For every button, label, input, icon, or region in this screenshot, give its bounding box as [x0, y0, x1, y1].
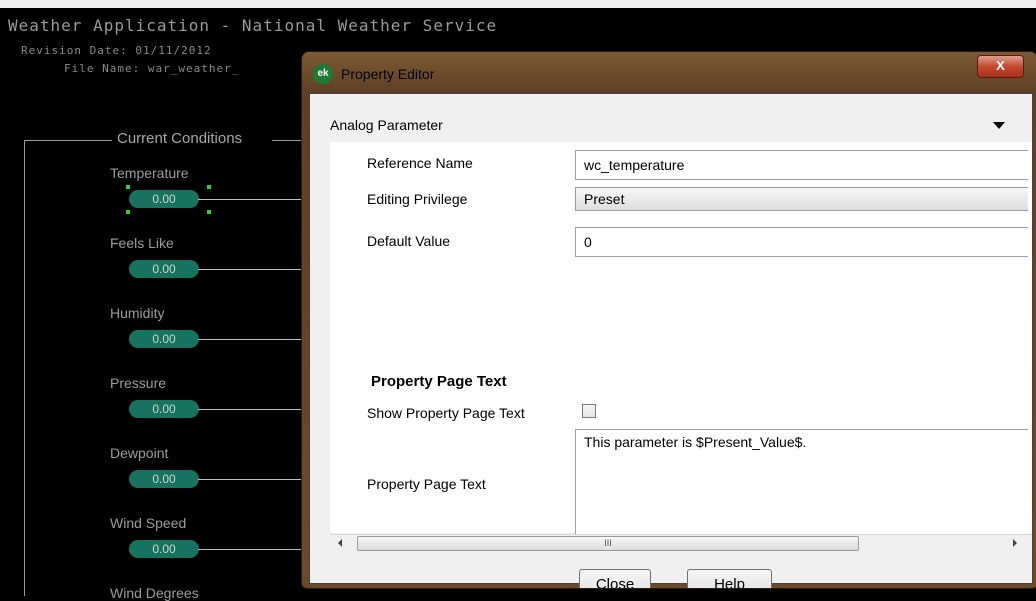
top-edge — [0, 0, 1036, 8]
dialog-title: Property Editor — [341, 66, 435, 82]
revision-date: Revision Date: 01/11/2012 — [21, 44, 212, 57]
selection-handle[interactable] — [126, 210, 130, 214]
group-title: Current Conditions — [117, 130, 243, 147]
chevron-down-icon[interactable] — [993, 122, 1005, 129]
default-value-input[interactable]: 0 — [575, 227, 1028, 257]
group-border-left — [24, 140, 25, 596]
property-editor-dialog: ek Property Editor X Analog Parameter Re… — [301, 51, 1036, 589]
horizontal-scrollbar[interactable]: III — [330, 534, 1032, 552]
property-page-text-area[interactable]: This parameter is $Present_Value$. — [575, 429, 1028, 536]
help-button[interactable]: Help — [687, 569, 772, 588]
scroll-thumb[interactable]: III — [357, 536, 859, 551]
app-title: Weather Application - National Weather S… — [8, 16, 498, 35]
editing-privilege-label: Editing Privilege — [367, 191, 468, 207]
condition-value-feels-like[interactable]: 0.00 — [129, 260, 199, 278]
condition-label-feels-like: Feels Like — [110, 235, 174, 251]
scroll-right-icon[interactable] — [1013, 539, 1017, 547]
condition-value-temperature[interactable]: 0.00 — [129, 190, 199, 208]
show-property-page-text-label: Show Property Page Text — [367, 405, 525, 421]
selection-handle[interactable] — [207, 185, 211, 189]
condition-label-wind-degrees: Wind Degrees — [110, 585, 199, 601]
group-border-top-left — [24, 140, 112, 141]
close-button[interactable]: Close — [579, 569, 651, 588]
ek-app-icon: ek — [313, 64, 333, 84]
condition-label-wind-speed: Wind Speed — [110, 515, 187, 531]
reference-name-input[interactable]: wc_temperature — [575, 150, 1028, 180]
editing-privilege-select[interactable]: Preset — [575, 187, 1028, 211]
condition-value-dewpoint[interactable]: 0.00 — [129, 470, 199, 488]
dialog-client-area: Analog Parameter Reference Name wc_tempe… — [309, 93, 1033, 588]
connector-line — [198, 199, 303, 200]
property-page-text-heading: Property Page Text — [371, 373, 507, 390]
property-page-text-label: Property Page Text — [367, 476, 486, 492]
connector-line — [198, 269, 303, 270]
properties-panel: Reference Name wc_temperature Editing Pr… — [330, 142, 1032, 536]
selection-handle[interactable] — [126, 185, 130, 189]
default-value-label: Default Value — [367, 233, 451, 249]
file-name: File Name: war_weather_ — [64, 62, 240, 75]
close-icon[interactable]: X — [977, 55, 1024, 78]
reference-name-label: Reference Name — [367, 155, 473, 171]
show-property-page-text-checkbox[interactable] — [582, 404, 596, 418]
connector-line — [198, 549, 303, 550]
condition-label-dewpoint: Dewpoint — [110, 445, 169, 461]
condition-value-wind-speed[interactable]: 0.00 — [129, 540, 199, 558]
condition-label-humidity: Humidity — [110, 305, 165, 321]
condition-value-pressure[interactable]: 0.00 — [129, 400, 199, 418]
condition-label-temperature: Temperature — [110, 165, 189, 181]
selection-handle[interactable] — [207, 210, 211, 214]
connector-line — [198, 479, 303, 480]
group-border-top-right — [272, 140, 302, 141]
connector-line — [198, 409, 303, 410]
analog-parameter-dropdown[interactable]: Analog Parameter — [330, 117, 443, 133]
scroll-left-icon[interactable] — [338, 539, 342, 547]
connector-line — [198, 339, 303, 340]
condition-label-pressure: Pressure — [110, 375, 167, 391]
condition-value-humidity[interactable]: 0.00 — [129, 330, 199, 348]
